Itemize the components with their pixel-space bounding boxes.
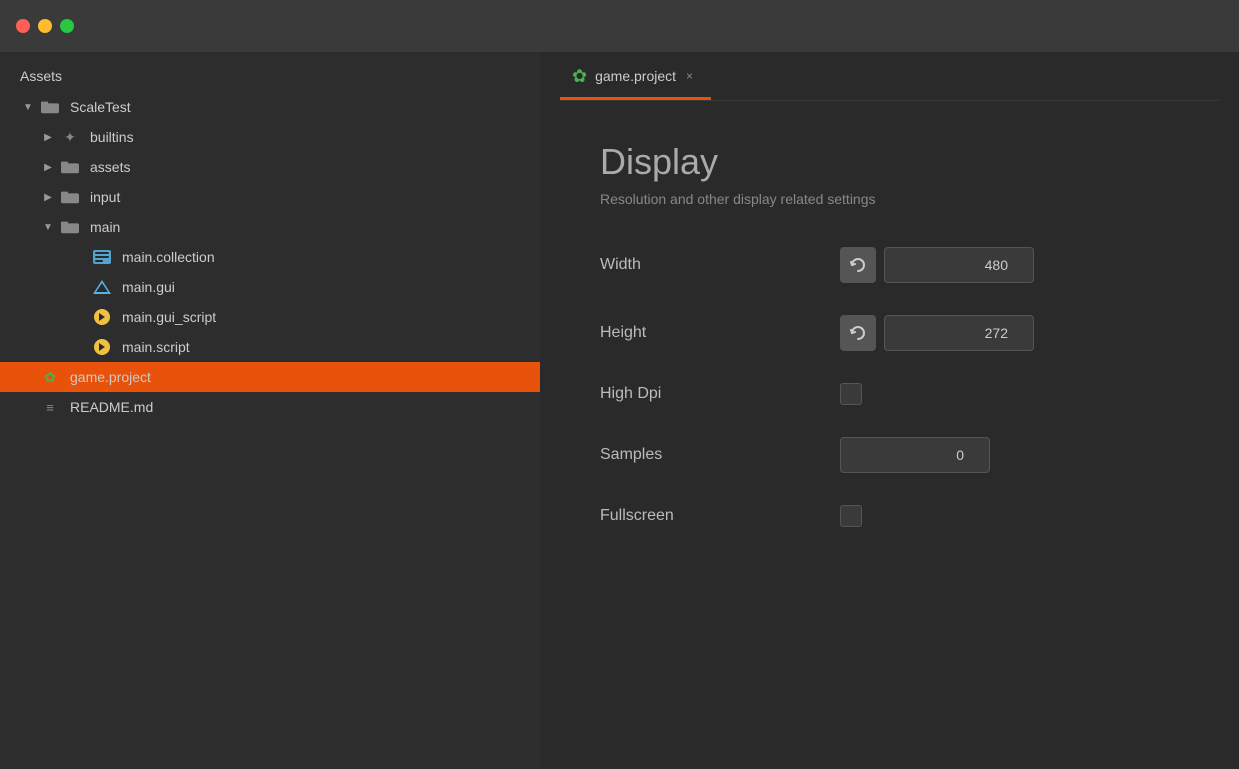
sidebar-header: Assets — [0, 52, 540, 92]
sidebar-item-main-script[interactable]: ▶ main.script — [0, 332, 540, 362]
maximize-button[interactable] — [60, 19, 74, 33]
tab-active-indicator — [560, 97, 711, 100]
assets-label: Assets — [20, 68, 62, 84]
folder-main-icon — [60, 217, 80, 237]
folder-input-icon — [60, 187, 80, 207]
sidebar-item-input[interactable]: input — [0, 182, 540, 212]
gui-script-icon — [92, 307, 112, 327]
minimize-button[interactable] — [38, 19, 52, 33]
arrow-assets — [40, 162, 56, 173]
sidebar-item-main-gui-script[interactable]: ▶ main.gui_script — [0, 302, 540, 332]
height-reset-button[interactable] — [840, 315, 876, 351]
collection-icon — [92, 247, 112, 267]
script-icon — [92, 337, 112, 357]
sidebar-item-scaletest[interactable]: ScaleTest — [0, 92, 540, 122]
fullscreen-controls — [840, 505, 862, 527]
sidebar-item-assets[interactable]: assets — [0, 152, 540, 182]
high-dpi-checkbox[interactable] — [840, 383, 862, 405]
sidebar-item-main-gui[interactable]: ▶ main.gui — [0, 272, 540, 302]
height-row: Height — [600, 315, 1179, 351]
gui-icon — [92, 277, 112, 297]
scaletest-label: ScaleTest — [70, 99, 131, 115]
app-body: Assets ScaleTest ✦ builtins — [0, 52, 1239, 769]
sidebar-item-main[interactable]: main — [0, 212, 540, 242]
arrow-scaletest — [20, 102, 36, 113]
arrow-input — [40, 192, 56, 203]
samples-row: Samples — [600, 437, 1179, 473]
input-label: input — [90, 189, 120, 205]
tab-project-icon: ✿ — [572, 66, 587, 87]
samples-controls — [840, 437, 990, 473]
display-title: Display — [600, 141, 1179, 183]
height-label: Height — [600, 324, 840, 342]
fullscreen-checkbox[interactable] — [840, 505, 862, 527]
sidebar-item-game-project[interactable]: ▶ ✿ game.project — [0, 362, 540, 392]
arrow-main — [40, 222, 56, 233]
width-input[interactable] — [884, 247, 1034, 283]
window-controls — [16, 19, 74, 33]
samples-label: Samples — [600, 446, 840, 464]
main-gui-label: main.gui — [122, 279, 175, 295]
title-bar — [0, 0, 1239, 52]
close-button[interactable] — [16, 19, 30, 33]
main-script-label: main.script — [122, 339, 190, 355]
display-subtitle: Resolution and other display related set… — [600, 191, 1179, 207]
main-collection-label: main.collection — [122, 249, 215, 265]
tab-row: ✿ game.project × — [540, 52, 1239, 100]
high-dpi-row: High Dpi — [600, 383, 1179, 405]
folder-icon — [40, 97, 60, 117]
samples-input[interactable] — [840, 437, 990, 473]
fullscreen-label: Fullscreen — [600, 507, 840, 525]
fullscreen-row: Fullscreen — [600, 505, 1179, 527]
main-gui-script-label: main.gui_script — [122, 309, 216, 325]
width-label: Width — [600, 256, 840, 274]
sidebar-item-builtins[interactable]: ✦ builtins — [0, 122, 540, 152]
sidebar: Assets ScaleTest ✦ builtins — [0, 52, 540, 769]
tab-close-button[interactable]: × — [684, 67, 695, 85]
width-reset-button[interactable] — [840, 247, 876, 283]
main-content: ✿ game.project × Display Resolution and … — [540, 52, 1239, 769]
high-dpi-controls — [840, 383, 862, 405]
readme-label: README.md — [70, 399, 153, 415]
sidebar-item-readme[interactable]: ▶ ≡ README.md — [0, 392, 540, 422]
width-controls — [840, 247, 1034, 283]
content-panel: Display Resolution and other display rel… — [540, 101, 1239, 769]
arrow-builtins — [40, 132, 56, 143]
game-project-label: game.project — [70, 369, 151, 385]
project-icon: ✿ — [40, 367, 60, 387]
height-input[interactable] — [884, 315, 1034, 351]
builtins-label: builtins — [90, 129, 134, 145]
high-dpi-label: High Dpi — [600, 385, 840, 403]
tab-bar: ✿ game.project × — [540, 52, 1239, 101]
readme-icon: ≡ — [40, 397, 60, 417]
main-label: main — [90, 219, 120, 235]
sidebar-item-main-collection[interactable]: ▶ main.collection — [0, 242, 540, 272]
folder-assets-icon — [60, 157, 80, 177]
height-controls — [840, 315, 1034, 351]
assets-label: assets — [90, 159, 130, 175]
width-row: Width — [600, 247, 1179, 283]
tab-game-project[interactable]: ✿ game.project × — [560, 52, 711, 100]
tab-label: game.project — [595, 68, 676, 84]
puzzle-icon: ✦ — [60, 127, 80, 147]
